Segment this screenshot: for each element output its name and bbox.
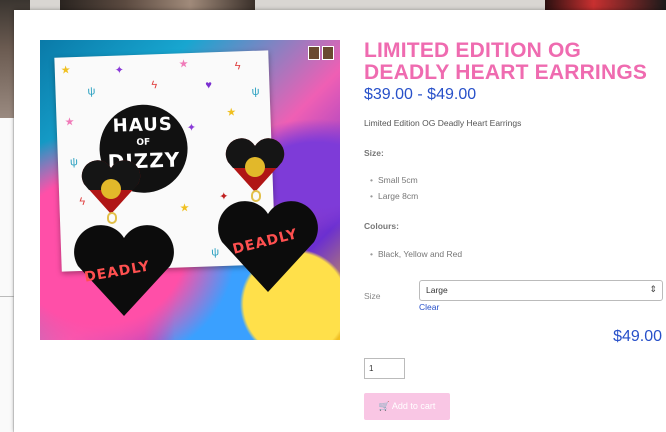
colours-heading: Colours: bbox=[364, 221, 399, 231]
size-select[interactable]: Large ⇕ bbox=[419, 280, 663, 301]
variation-size-label: Size bbox=[364, 291, 381, 301]
quick-view-modal: ★ ψ ✦ ϟ ★ ♥ ϟ ψ ★ ★ ψ ϟ ✦ ✦ ★ ♥ ★ ψ HAUS… bbox=[14, 10, 666, 432]
star-icon: ★ bbox=[60, 64, 71, 77]
cactus-icon: ψ bbox=[87, 85, 96, 98]
price-max: $49.00 bbox=[427, 86, 477, 103]
divider bbox=[0, 296, 14, 297]
cactus-icon: ψ bbox=[69, 156, 79, 169]
add-to-cart-label: Add to cart bbox=[391, 401, 436, 411]
product-image[interactable]: ★ ψ ✦ ϟ ★ ♥ ϟ ψ ★ ★ ψ ϟ ✦ ✦ ★ ♥ ★ ψ HAUS… bbox=[40, 40, 340, 340]
cactus-icon: ψ bbox=[251, 85, 260, 98]
heart-icon: ♥ bbox=[205, 79, 213, 92]
variation-price: $49.00 bbox=[613, 328, 662, 345]
star-icon: ★ bbox=[226, 106, 237, 119]
price-separator: - bbox=[417, 86, 423, 103]
list-item: Black, Yellow and Red bbox=[370, 246, 462, 262]
earring-stud-right bbox=[225, 138, 285, 192]
clear-link[interactable]: Clear bbox=[419, 302, 439, 312]
background-column bbox=[0, 118, 14, 432]
bolt-icon: ϟ bbox=[151, 79, 158, 92]
background-image bbox=[545, 0, 666, 10]
add-to-cart-button[interactable]: 🛒 Add to cart bbox=[364, 393, 450, 420]
star-icon: ★ bbox=[64, 116, 75, 129]
price-min: $39.00 bbox=[364, 86, 413, 103]
size-list: Small 5cm Large 8cm bbox=[370, 172, 418, 204]
logo-text: HAUS bbox=[112, 113, 174, 137]
size-heading: Size: bbox=[364, 148, 384, 158]
star-icon: ★ bbox=[179, 202, 190, 215]
product-price-range: $39.00 - $49.00 bbox=[364, 86, 476, 104]
star-icon: ★ bbox=[178, 58, 189, 71]
quantity-input[interactable]: 1 bbox=[364, 358, 405, 379]
list-item: Small 5cm bbox=[370, 172, 418, 188]
lizard-icon: ✦ bbox=[186, 121, 197, 135]
bolt-icon: ϟ bbox=[234, 60, 241, 73]
lizard-icon: ✦ bbox=[114, 64, 125, 77]
earring-stud-left bbox=[81, 160, 141, 214]
image-thumbnails-icon bbox=[308, 46, 334, 60]
cart-icon: 🛒 bbox=[378, 401, 390, 411]
background-image bbox=[60, 0, 255, 10]
product-title: LIMITED EDITION OG DEADLY HEART EARRINGS bbox=[364, 39, 648, 84]
list-item: Large 8cm bbox=[370, 188, 418, 204]
product-description: Limited Edition OG Deadly Heart Earrings bbox=[364, 118, 522, 128]
select-arrows-icon: ⇕ bbox=[649, 284, 657, 294]
size-select-value: Large bbox=[426, 285, 448, 295]
colours-list: Black, Yellow and Red bbox=[370, 246, 462, 262]
